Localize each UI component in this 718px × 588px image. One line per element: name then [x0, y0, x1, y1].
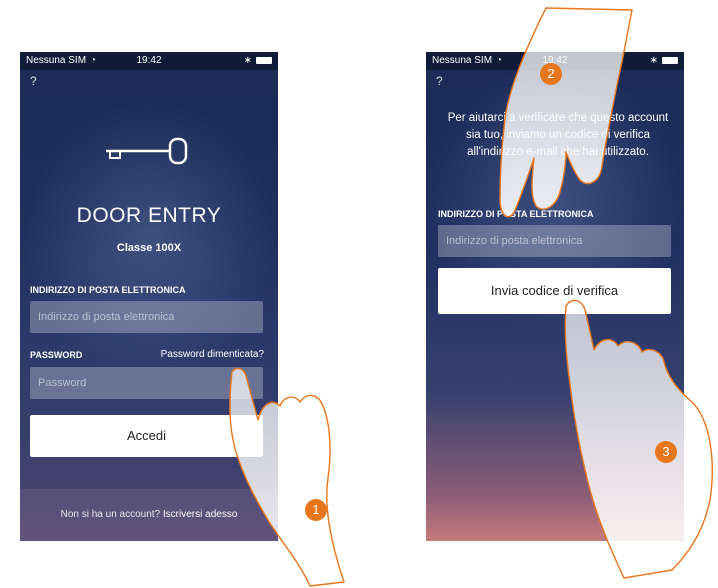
password-label: PASSWORD [30, 350, 83, 360]
help-button[interactable]: ? [30, 74, 37, 88]
email-label: INDIRIZZO DI POSTA ELETTRONICA [438, 209, 594, 219]
email-field[interactable] [30, 301, 263, 333]
signup-footer: Non si ha un account? Iscriversi adesso [20, 489, 278, 541]
signup-link[interactable]: Iscriversi adesso [163, 509, 237, 520]
verification-screen: Nessuna SIM ◔ 19:42 ∗ ? Per aiutarci a ve… [426, 52, 684, 541]
email-field[interactable] [438, 225, 671, 257]
status-bar: Nessuna SIM ◔ 19:42 ∗ [20, 52, 278, 70]
email-label: INDIRIZZO DI POSTA ELETTRONICA [30, 285, 186, 295]
password-field[interactable] [30, 367, 263, 399]
footer-text: Non si ha un account? [60, 509, 161, 520]
verification-info: Per aiutarci a verificare che questo acc… [447, 112, 669, 158]
step-badge-3: 3 [655, 441, 677, 463]
clock: 19:42 [136, 55, 162, 66]
help-button[interactable]: ? [436, 74, 443, 88]
send-code-button[interactable]: Invia codice di verifica [438, 268, 671, 314]
battery-icon [256, 56, 272, 64]
bluetooth-icon: ∗ [243, 55, 252, 66]
bluetooth-icon: ∗ [649, 55, 658, 66]
login-button[interactable]: Accedi [30, 415, 263, 457]
login-screen: Nessuna SIM ◔ 19:42 ∗ ? DOOR ENTRY Classe… [20, 52, 278, 541]
step-badge-2: 2 [540, 63, 562, 85]
app-title: DOOR ENTRY [76, 204, 222, 227]
step-badge-1: 1 [305, 499, 327, 521]
key-icon [106, 137, 188, 165]
battery-icon [662, 56, 678, 64]
app-subtitle: Classe 100X [116, 242, 182, 254]
forgot-password-link[interactable]: Password dimenticata? [161, 349, 264, 360]
